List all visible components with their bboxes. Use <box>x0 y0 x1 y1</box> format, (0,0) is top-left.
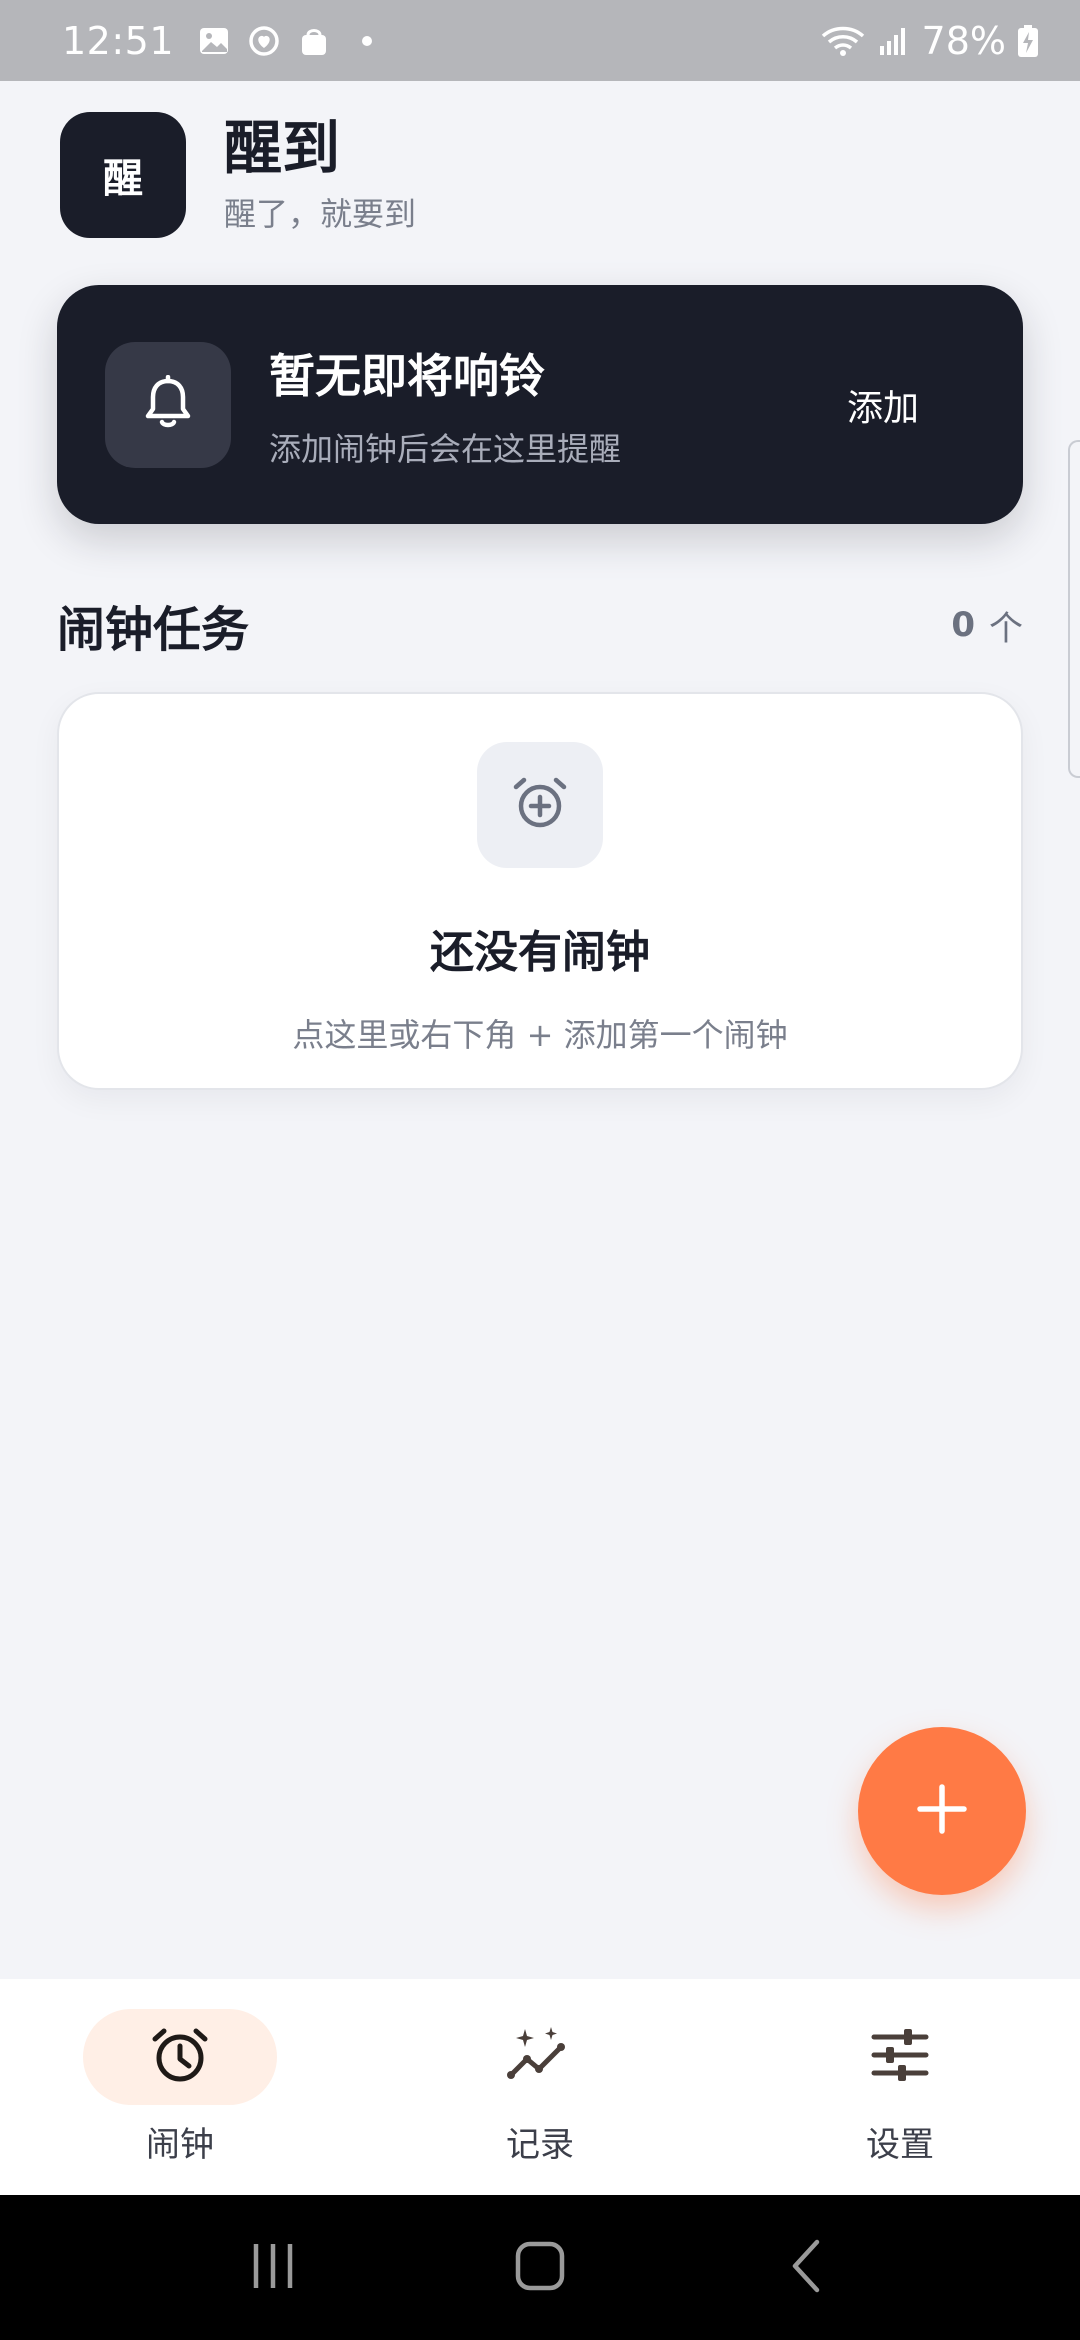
image-icon <box>196 23 232 59</box>
shopping-bag-icon <box>296 23 332 59</box>
status-bar: 12:51 78% <box>0 0 1080 81</box>
sparkle-chart-icon <box>505 2023 575 2091</box>
battery-percent: 78% <box>921 18 1006 63</box>
battery-charging-icon <box>1016 23 1040 59</box>
back-button[interactable] <box>767 2228 847 2308</box>
status-left: 12:51 <box>62 18 373 63</box>
nav-label-settings: 设置 <box>866 2125 934 2165</box>
status-right: 78% <box>820 19 1040 63</box>
recent-apps-icon <box>248 2240 298 2296</box>
alarm-clock-icon <box>148 2023 212 2091</box>
nav-pill-alarm <box>83 2009 277 2105</box>
edge-panel-handle[interactable] <box>1068 440 1080 778</box>
signal-icon <box>876 23 912 59</box>
status-time: 12:51 <box>62 18 175 63</box>
alarm-count: 0 个 <box>951 601 1023 650</box>
empty-state-subtitle: 点这里或右下角 + 添加第一个闹钟 <box>292 1016 788 1054</box>
nav-pill-settings <box>803 2009 997 2105</box>
alarm-count-number: 0 <box>951 605 975 645</box>
add-alarm-fab[interactable] <box>858 1727 1026 1895</box>
plus-icon <box>916 1783 968 1839</box>
section-title: 闹钟任务 <box>57 602 250 658</box>
home-icon <box>514 2240 566 2296</box>
recent-apps-button[interactable] <box>233 2228 313 2308</box>
dot-icon <box>362 35 373 46</box>
nav-item-settings[interactable]: 设置 <box>720 1979 1080 2195</box>
alarm-count-unit: 个 <box>989 608 1023 649</box>
sync-heart-icon <box>246 23 282 59</box>
next-alarm-texts: 暂无即将响铃 添加闹钟后会在这里提醒 <box>269 340 847 470</box>
bell-icon <box>142 374 194 435</box>
empty-state-title: 还没有闹钟 <box>430 927 650 978</box>
app-title: 醒到 <box>224 113 341 182</box>
next-alarm-icon-box <box>105 341 231 468</box>
app-subtitle: 醒了，就要到 <box>224 195 417 234</box>
next-alarm-title: 暂无即将响铃 <box>269 348 545 403</box>
alarm-section-header: 闹钟任务 0 个 <box>57 590 1023 660</box>
nav-pill-records <box>443 2009 637 2105</box>
empty-icon-box <box>477 742 603 868</box>
sliders-icon <box>868 2023 932 2091</box>
nav-label-alarm: 闹钟 <box>146 2125 214 2165</box>
app-titles: 醒到 醒了，就要到 <box>224 113 417 236</box>
nav-item-alarm[interactable]: 闹钟 <box>0 1979 360 2195</box>
empty-state-card[interactable]: 还没有闹钟 点这里或右下角 + 添加第一个闹钟 <box>57 692 1023 1090</box>
app-logo: 醒 <box>60 112 186 238</box>
nav-item-records[interactable]: 记录 <box>360 1979 720 2195</box>
next-alarm-card[interactable]: 暂无即将响铃 添加闹钟后会在这里提醒 添加 <box>57 285 1023 524</box>
bottom-nav: 闹钟 记录 设置 <box>0 1979 1080 2195</box>
add-alarm-button[interactable]: 添加 <box>847 379 919 431</box>
app-header: 醒 醒到 醒了，就要到 <box>60 112 416 238</box>
back-icon <box>787 2238 827 2298</box>
home-button[interactable] <box>500 2228 580 2308</box>
alarm-add-icon <box>510 773 570 837</box>
system-nav-bar <box>0 2195 1080 2340</box>
nav-label-records: 记录 <box>506 2125 574 2165</box>
next-alarm-subtitle: 添加闹钟后会在这里提醒 <box>269 429 622 468</box>
wifi-icon <box>820 23 866 59</box>
